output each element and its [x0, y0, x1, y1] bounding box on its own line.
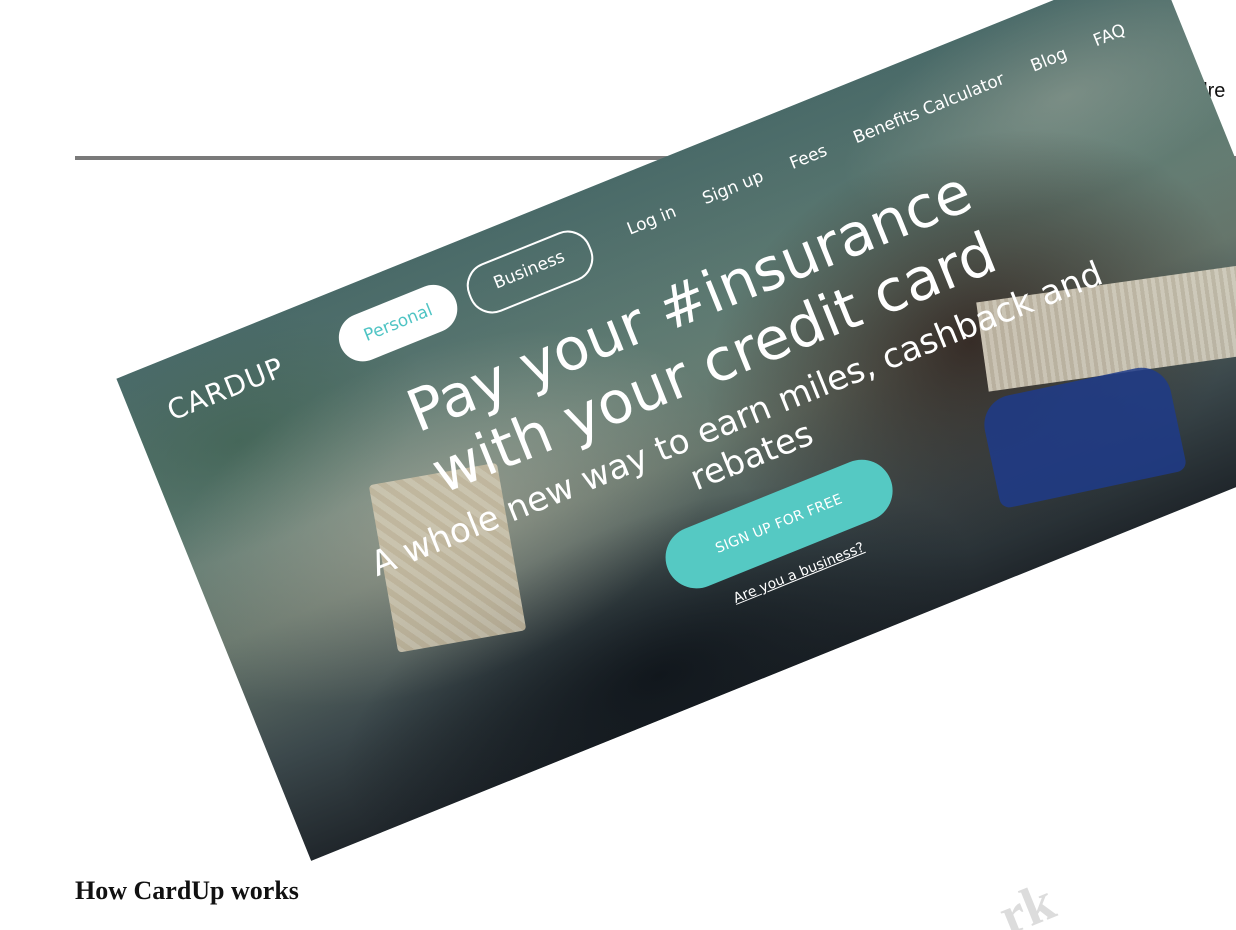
- hero-banner: CARDUP Personal Business Log in Sign up …: [116, 0, 1236, 861]
- ghost-rotated-text: rk: [990, 870, 1063, 930]
- how-it-works-heading: How CardUp works: [75, 876, 299, 905]
